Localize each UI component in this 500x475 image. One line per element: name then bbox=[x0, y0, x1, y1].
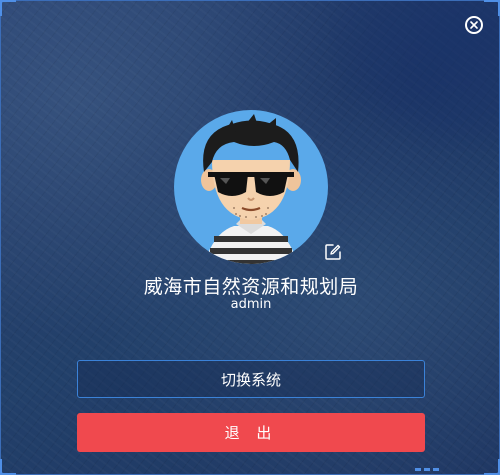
edit-pencil-icon[interactable] bbox=[324, 243, 342, 261]
avatar bbox=[174, 110, 328, 264]
organization-name: 威海市自然资源和规划局 bbox=[143, 276, 359, 298]
frame-corner bbox=[484, 0, 500, 16]
frame-corner bbox=[0, 459, 16, 475]
username: admin bbox=[230, 297, 272, 312]
avatar-illustration-icon bbox=[201, 114, 301, 264]
frame-corner bbox=[0, 0, 16, 16]
switch-system-button[interactable]: 切换系统 bbox=[77, 360, 425, 398]
close-icon[interactable] bbox=[465, 16, 483, 34]
frame-corner bbox=[484, 459, 500, 475]
frame-decoration bbox=[415, 468, 439, 471]
user-profile-panel: 威海市自然资源和规划局 admin 切换系统 退 出 bbox=[0, 0, 500, 475]
logout-button[interactable]: 退 出 bbox=[77, 413, 425, 452]
